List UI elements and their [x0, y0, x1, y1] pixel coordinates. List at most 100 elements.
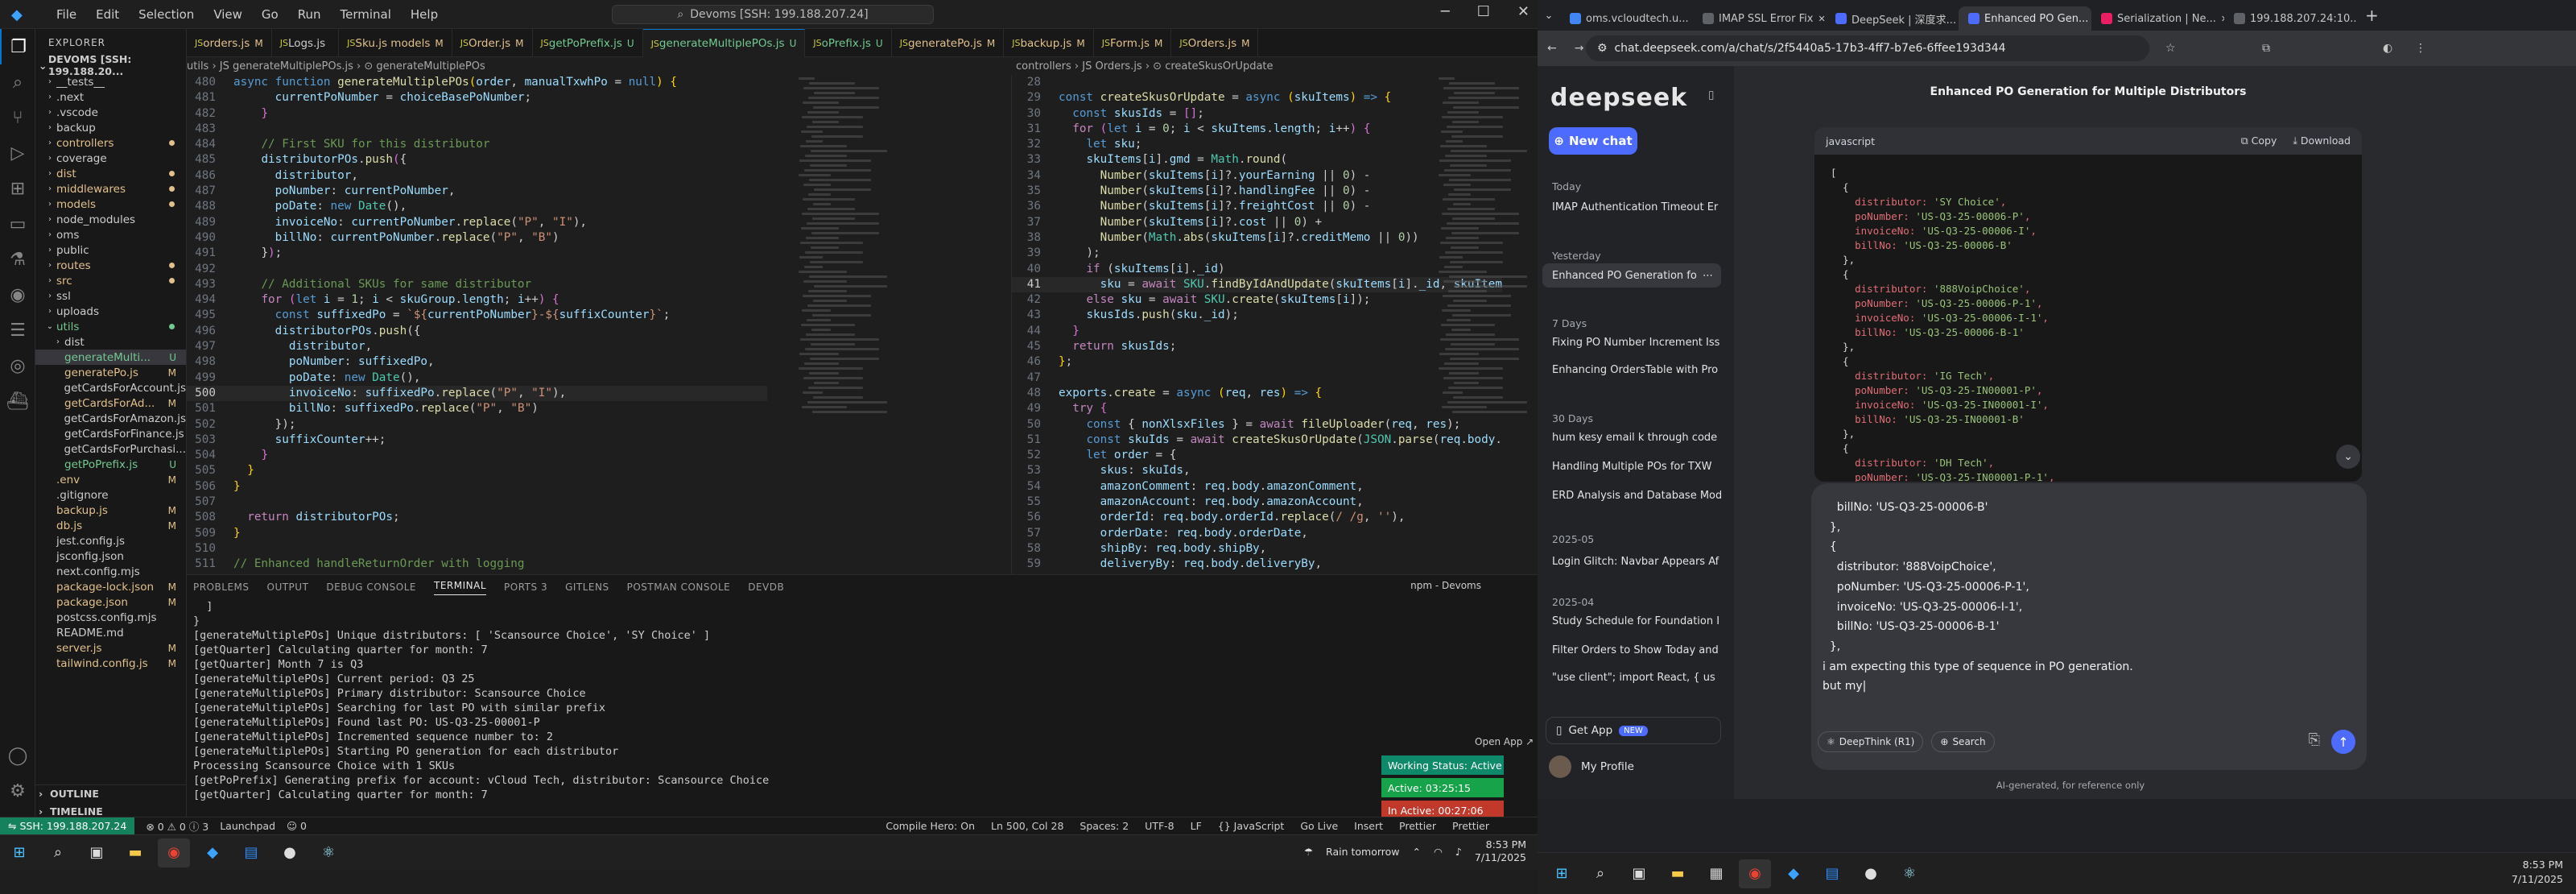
search-icon[interactable]: ⌕: [1584, 859, 1616, 888]
code-line[interactable]: 51 const skuIds = await createSkusOrUpda…: [1012, 433, 1502, 448]
code-line[interactable]: 498 poNumber: suffixedPo,: [187, 354, 767, 370]
code-line[interactable]: 496 distributorPOs.push({: [187, 324, 767, 339]
tree-item[interactable]: getCardsForFinance.js: [35, 426, 186, 441]
tree-item[interactable]: db.js M: [35, 518, 186, 533]
bookmark-icon[interactable]: ☆: [2165, 42, 2176, 55]
status-item[interactable]: Prettier: [1452, 820, 1489, 832]
terminal-output[interactable]: ]} [generateMultiplePOs] Unique distribut…: [193, 599, 769, 802]
code-line[interactable]: 53 skus: skuIds,: [1012, 463, 1502, 478]
code-line[interactable]: 511 // Enhanced handleReturnOrder with lo…: [187, 557, 767, 572]
remote-explorer-icon[interactable]: ▭: [0, 206, 35, 242]
message-input-box[interactable]: billNo: 'US-Q3-25-00006-B' }, { distribu…: [1811, 483, 2367, 770]
tree-item[interactable]: › controllers: [35, 135, 186, 151]
tree-item[interactable]: package-lock.json M: [35, 579, 186, 594]
code-line[interactable]: 31 for (let i = 0; i < skuItems.length; …: [1012, 122, 1502, 137]
code-line[interactable]: 488 poDate: new Date(),: [187, 199, 767, 214]
tree-item[interactable]: getPoPrefix.js U: [35, 457, 186, 472]
source-control-icon[interactable]: ⑂: [0, 100, 35, 135]
task-view-icon[interactable]: ▣: [80, 838, 113, 867]
maximize-icon[interactable]: ☐: [1477, 3, 1490, 20]
tree-item[interactable]: › oms: [35, 227, 186, 242]
collapse-sidebar-icon[interactable]: ▯: [1708, 89, 1714, 101]
code-line[interactable]: 501 billNo: suffixedPo.replace("P", "B"): [187, 401, 767, 416]
tree-item[interactable]: › routes: [35, 258, 186, 273]
code-line[interactable]: 59 deliveryBy: req.body.deliveryBy,: [1012, 557, 1502, 572]
code-line[interactable]: 50 const { nonXlsxFiles } = await fileUp…: [1012, 417, 1502, 433]
minimap-left[interactable]: [799, 75, 895, 574]
new-chat-button[interactable]: ⊕ New chat: [1549, 127, 1637, 155]
tree-item[interactable]: › uploads: [35, 304, 186, 319]
code-line[interactable]: 36 Number(skuItems[i]?.freightCost || 0)…: [1012, 199, 1502, 214]
history-item[interactable]: hum kesy email k through code: [1542, 425, 1721, 449]
profile-icon[interactable]: ◐: [2383, 42, 2392, 55]
code-line[interactable]: 499 poDate: new Date(),: [187, 370, 767, 386]
windows-start-icon[interactable]: ⊞: [1546, 859, 1578, 888]
vscode-icon[interactable]: ◆: [1777, 859, 1810, 888]
menu-edit[interactable]: Edit: [96, 7, 119, 22]
database-icon[interactable]: ☰: [0, 312, 35, 348]
electron-icon[interactable]: ⚛: [1893, 859, 1926, 888]
tree-item[interactable]: › src: [35, 273, 186, 288]
testing-icon[interactable]: ⚗: [0, 242, 35, 277]
zoom-icon[interactable]: ▤: [1816, 859, 1848, 888]
more-options-icon[interactable]: ⋯: [1703, 270, 1713, 282]
store-icon[interactable]: ▦: [1700, 859, 1732, 888]
code-line[interactable]: 46};: [1012, 354, 1502, 370]
extensions-icon[interactable]: ⊞: [0, 171, 35, 206]
status-item[interactable]: LF: [1191, 820, 1202, 832]
send-button[interactable]: ↑: [2331, 730, 2355, 754]
close-icon[interactable]: ✕: [1517, 3, 1530, 20]
code-line[interactable]: 32 let sku;: [1012, 137, 1502, 152]
history-item[interactable]: ERD Analysis and Database Mod: [1542, 483, 1721, 507]
task-view-icon[interactable]: ▣: [1623, 859, 1655, 888]
code-line[interactable]: 502 });: [187, 417, 767, 433]
status-item[interactable]: {} JavaScript: [1218, 820, 1285, 832]
browser-tab[interactable]: 199.188.207.24:10...✕: [2224, 6, 2357, 31]
code-line[interactable]: 507: [187, 495, 767, 510]
workspace-root[interactable]: ⌄ DEVOMS [SSH: 199.188.20...: [35, 53, 186, 77]
launchpad-item[interactable]: Launchpad: [220, 820, 275, 832]
app-icon[interactable]: ●: [1855, 859, 1887, 888]
code-line[interactable]: 49 try {: [1012, 401, 1502, 416]
code-line[interactable]: 500 invoiceNo: suffixedPo.replace("P", "…: [187, 385, 767, 402]
code-line[interactable]: 48 exports.create = async (req, res) => {: [1012, 386, 1502, 401]
tree-item[interactable]: ⌄ utils: [35, 319, 186, 334]
back-icon[interactable]: ←: [1547, 42, 1557, 55]
code-line[interactable]: 44 }: [1012, 324, 1502, 339]
tree-item[interactable]: .gitignore: [35, 487, 186, 503]
history-item[interactable]: Filter Orders to Show Today and: [1542, 638, 1721, 662]
code-left[interactable]: 480 async function generateMultiplePOs(or…: [187, 75, 767, 574]
remote-indicator[interactable]: ⇋ SSH: 199.188.207.24: [0, 817, 135, 835]
code-line[interactable]: 482 }: [187, 106, 767, 122]
docker-icon[interactable]: ⛴: [0, 383, 35, 419]
menu-terminal[interactable]: Terminal: [341, 7, 391, 22]
tree-item[interactable]: getCardsForPurchasi...: [35, 441, 187, 457]
electron-icon[interactable]: ⚛: [312, 838, 345, 867]
command-center[interactable]: ⌕ Devoms [SSH: 199.188.207.24]: [612, 5, 934, 24]
status-item[interactable]: Prettier: [1399, 820, 1436, 832]
code-line[interactable]: 510: [187, 541, 767, 557]
menu-go[interactable]: Go: [262, 7, 279, 22]
code-line[interactable]: 490 billNo: currentPoNumber.replace("P",…: [187, 230, 767, 246]
history-item[interactable]: Enhancing OrdersTable with Pro: [1542, 358, 1721, 382]
weather-text[interactable]: Rain tomorrow: [1326, 846, 1399, 858]
tree-item[interactable]: README.md: [35, 625, 186, 640]
browser-tab[interactable]: IMAP SSL Error Fix ✕: [1693, 6, 1826, 31]
app-icon[interactable]: ●: [274, 838, 306, 867]
deepthink-toggle[interactable]: ⚛ DeepThink (R1): [1818, 731, 1924, 752]
volume-icon[interactable]: ♪: [1455, 846, 1462, 858]
status-item[interactable]: Compile Hero: On: [886, 820, 975, 832]
code-line[interactable]: 503 suffixCounter++;: [187, 433, 767, 448]
tree-item[interactable]: › __tests__: [35, 74, 186, 89]
code-line[interactable]: 508 return distributorPOs;: [187, 510, 767, 525]
close-icon[interactable]: ✕: [1818, 14, 1825, 24]
tree-item[interactable]: generatePo.js M: [35, 365, 186, 380]
editor-left[interactable]: 480 async function generateMultiplePOs(or…: [187, 75, 911, 574]
chrome-icon[interactable]: ◉: [1739, 859, 1771, 888]
tree-item[interactable]: jsconfig.json: [35, 548, 186, 564]
editor-tab[interactable]: JS generatePo.js M: [892, 29, 1005, 57]
code-line[interactable]: 58 shipBy: req.body.shipBy,: [1012, 541, 1502, 557]
code-line[interactable]: 480 async function generateMultiplePOs(or…: [187, 75, 767, 90]
history-item[interactable]: Login Glitch: Navbar Appears Af: [1542, 549, 1721, 573]
windows-start-icon[interactable]: ⊞: [3, 838, 35, 867]
